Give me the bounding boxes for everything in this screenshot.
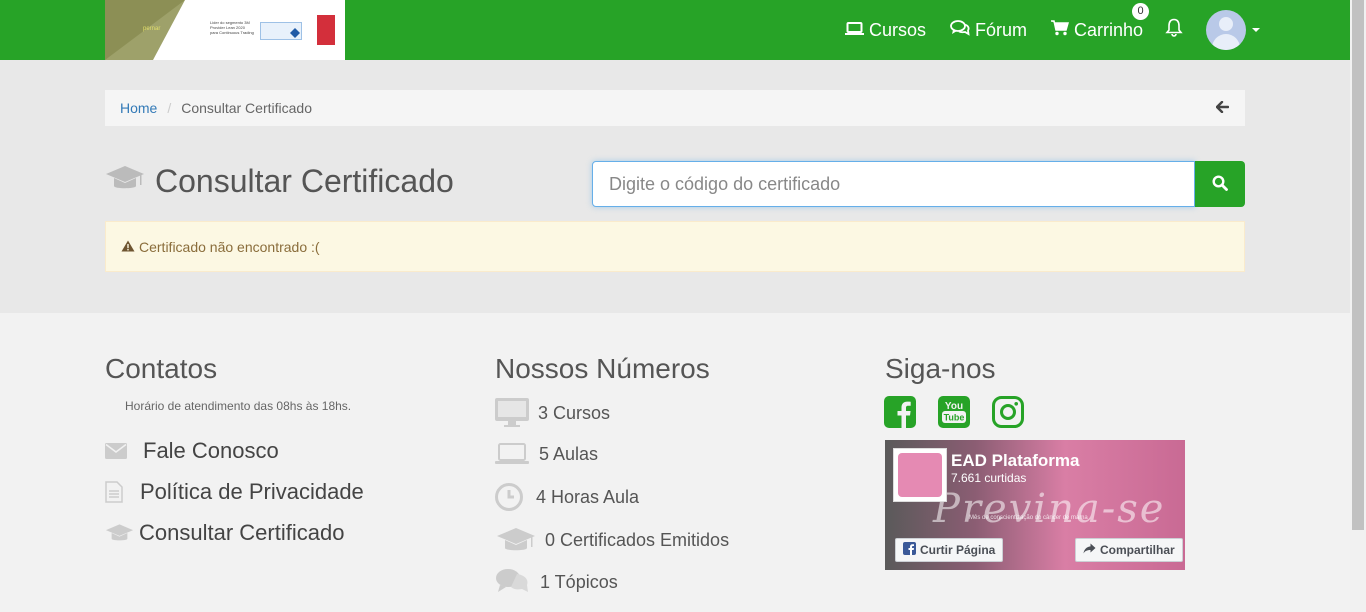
- comments-icon: [950, 19, 970, 41]
- graduation-cap-icon: [495, 526, 545, 554]
- svg-text:You: You: [945, 401, 963, 412]
- file-text-icon: [105, 481, 140, 503]
- contatos-title: Contatos: [105, 353, 218, 384]
- stat-certificados-text: 0 Certificados Emitidos: [545, 529, 730, 550]
- envelope-icon: [105, 443, 143, 459]
- nav-cursos-label: Cursos: [869, 19, 927, 40]
- youtube-icon[interactable]: You Tube: [938, 396, 970, 428]
- stat-topicos: 1 Tópicos: [495, 568, 618, 596]
- logo-award-badge: [317, 15, 335, 45]
- share-icon: [1083, 543, 1096, 557]
- bell-icon: [1165, 18, 1183, 42]
- logo-badge-text: Lider do segmento 3M Provider Lean 2020 …: [210, 20, 254, 35]
- breadcrumb: Home / Consultar Certificado: [105, 90, 1245, 126]
- search-button[interactable]: [1195, 161, 1245, 207]
- scrollbar-thumb[interactable]: [1352, 0, 1364, 530]
- contact-hours: Horário de atendimento das 08hs às 18hs.: [125, 399, 352, 413]
- desktop-icon: [495, 398, 538, 428]
- nav-carrinho-label: Carrinho: [1074, 19, 1144, 40]
- stat-horas-text: 4 Horas Aula: [536, 486, 640, 507]
- nav-cursos[interactable]: Cursos: [845, 0, 926, 60]
- stat-aulas-text: 5 Aulas: [539, 443, 599, 464]
- nav-forum[interactable]: Fórum: [950, 0, 1027, 60]
- numeros-title: Nossos Números: [495, 353, 710, 384]
- page-title: Consultar Certificado: [105, 163, 454, 200]
- laptop-icon: [495, 443, 539, 465]
- stat-topicos-text: 1 Tópicos: [540, 571, 618, 592]
- facebook-banner-text: Previna-se: [933, 486, 1166, 532]
- page-title-text: Consultar Certificado: [155, 163, 454, 199]
- site-logo[interactable]: pernar Lider do segmento 3M Provider Lea…: [105, 0, 345, 60]
- svg-text:Tube: Tube: [944, 413, 965, 423]
- fale-conosco-label: Fale Conosco: [143, 438, 279, 463]
- nav-forum-label: Fórum: [975, 19, 1028, 40]
- facebook-page-likes: 7.661 curtidas: [951, 471, 1027, 485]
- comments-icon: [495, 568, 540, 596]
- nav-carrinho[interactable]: Carrinho: [1051, 0, 1143, 60]
- graduation-cap-icon: [105, 163, 145, 200]
- alert-warning: Certificado não encontrado :(: [105, 221, 1245, 272]
- alert-text: Certificado não encontrado :(: [139, 238, 320, 255]
- facebook-icon[interactable]: [884, 396, 916, 428]
- facebook-like-button[interactable]: Curtir Página: [895, 538, 1004, 562]
- facebook-banner-subtext: Mês de conscientização do câncer de mama: [969, 515, 1088, 521]
- cart-count-badge: 0: [1132, 3, 1149, 20]
- breadcrumb-home-link[interactable]: Home: [120, 100, 157, 116]
- notifications-button[interactable]: [1165, 0, 1183, 60]
- stat-cursos-text: 3 Cursos: [538, 402, 611, 423]
- facebook-page-name[interactable]: EAD Plataforma: [951, 451, 1079, 471]
- politica-privacidade-link[interactable]: Política de Privacidade: [105, 479, 364, 505]
- breadcrumb-current: Consultar Certificado: [181, 100, 312, 116]
- main-content: Home / Consultar Certificado Consultar C…: [0, 60, 1350, 313]
- graduation-cap-icon: [105, 523, 139, 543]
- chevron-down-icon[interactable]: [1252, 28, 1260, 32]
- siga-title: Siga-nos: [885, 353, 996, 384]
- top-navbar: pernar Lider do segmento 3M Provider Lea…: [0, 0, 1350, 60]
- instagram-icon[interactable]: [992, 396, 1024, 428]
- facebook-page-widget[interactable]: Previna-se Mês de conscientização do cân…: [885, 440, 1185, 570]
- stat-horas: 4 Horas Aula: [495, 483, 639, 511]
- user-avatar[interactable]: [1206, 10, 1246, 50]
- fale-conosco-link[interactable]: Fale Conosco: [105, 438, 279, 464]
- laptop-icon: [845, 20, 864, 41]
- consultar-certificado-label: Consultar Certificado: [139, 520, 345, 545]
- stat-cursos: 3 Cursos: [495, 398, 610, 428]
- facebook-icon: [903, 542, 916, 558]
- logo-text: pernar: [143, 26, 161, 32]
- certificate-code-input[interactable]: [592, 161, 1195, 207]
- arrow-left-icon[interactable]: [1215, 100, 1230, 118]
- facebook-page-avatar[interactable]: [893, 448, 947, 502]
- facebook-share-label: Compartilhar: [1100, 543, 1175, 557]
- clock-icon: [495, 483, 536, 511]
- search-icon: [1212, 174, 1228, 194]
- footer: Contatos Horário de atendimento das 08hs…: [0, 313, 1350, 612]
- facebook-like-label: Curtir Página: [920, 543, 996, 557]
- politica-privacidade-label: Política de Privacidade: [140, 479, 364, 504]
- consultar-certificado-link[interactable]: Consultar Certificado: [105, 520, 344, 546]
- breadcrumb-separator: /: [167, 100, 172, 116]
- stat-aulas: 5 Aulas: [495, 443, 598, 465]
- facebook-share-button[interactable]: Compartilhar: [1075, 538, 1183, 562]
- shopping-cart-icon: [1051, 19, 1069, 41]
- certificate-search: [592, 161, 1245, 207]
- stat-certificados: 0 Certificados Emitidos: [495, 526, 729, 554]
- warning-icon: [121, 239, 135, 255]
